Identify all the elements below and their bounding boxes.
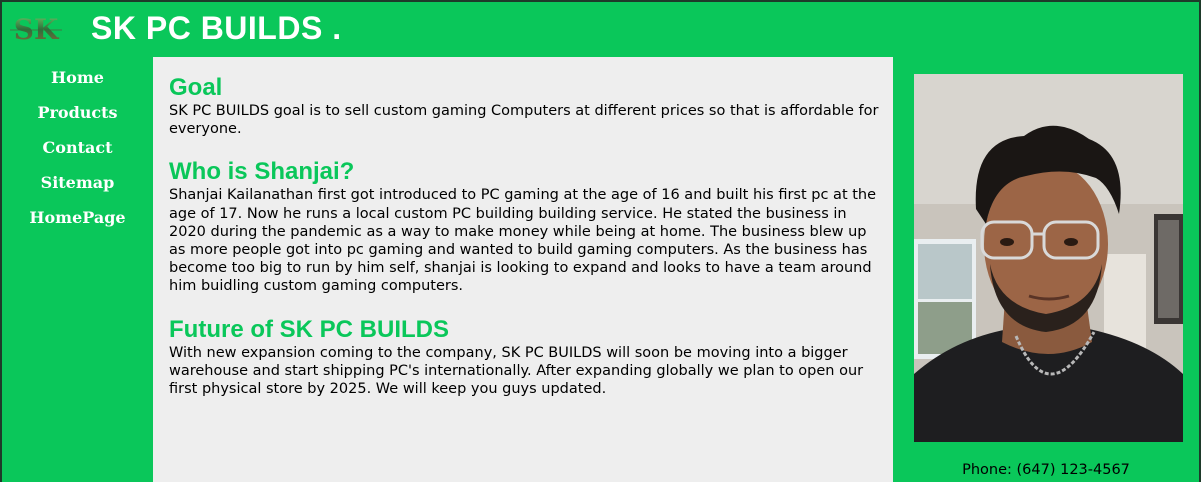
section-heading: Who is Shanjai? [169, 158, 355, 186]
nav-home-link[interactable]: Home [2, 60, 153, 95]
owner-photo [914, 74, 1183, 442]
nav-contact-link[interactable]: Contact [2, 130, 153, 165]
section-body: SK PC BUILDS goal is to sell custom gami… [169, 103, 879, 138]
section-body: With new expansion coming to the company… [169, 344, 864, 398]
sidebar-nav: Home Products Contact Sitemap HomePage [2, 57, 153, 482]
goal-section: Goal SK PC BUILDS goal is to sell custom… [169, 74, 879, 138]
section-heading: Future of SK PC BUILDS [169, 315, 449, 343]
section-body: Shanjai Kailanathan first got introduced… [169, 187, 877, 295]
logo: SK [10, 13, 62, 44]
logo-text: SK [14, 13, 60, 44]
page-frame: SK SK PC BUILDS . Home Products Contact … [0, 0, 1201, 482]
nav-products-link[interactable]: Products [2, 95, 153, 130]
about-section: Who is Shanjai? Shanjai Kailanathan firs… [169, 158, 879, 295]
phone-number: Phone: (647) 123-4567 [962, 462, 1130, 478]
future-section: Future of SK PC BUILDS With new expansio… [169, 316, 879, 399]
section-heading: Goal [169, 74, 223, 101]
nav-sitemap-link[interactable]: Sitemap [2, 165, 153, 200]
main-content: Goal SK PC BUILDS goal is to sell custom… [153, 57, 893, 482]
aside-panel: Phone: (647) 123-4567 [893, 57, 1199, 482]
nav-homepage-link[interactable]: HomePage [2, 200, 153, 235]
site-header: SK SK PC BUILDS . [2, 2, 1199, 57]
site-title: SK PC BUILDS . [91, 10, 342, 46]
